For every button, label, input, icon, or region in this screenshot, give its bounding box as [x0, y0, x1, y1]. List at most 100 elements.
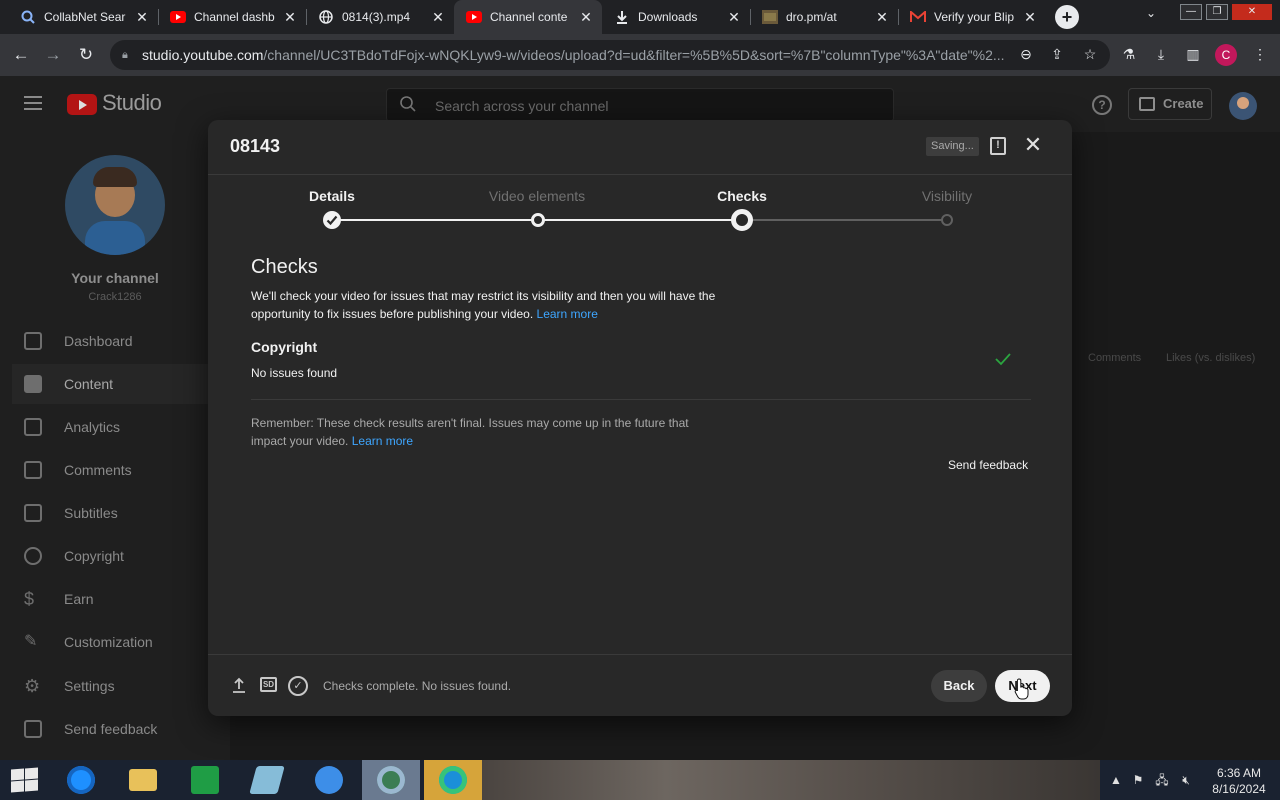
edge-icon[interactable]: [424, 760, 482, 800]
step-done-check-icon[interactable]: [323, 211, 341, 229]
search-icon: [20, 9, 36, 25]
close-tab-icon[interactable]: ✕: [726, 9, 742, 26]
store-icon[interactable]: [176, 760, 234, 800]
windows-start-icon[interactable]: [8, 767, 38, 793]
sidebar-item-dashboard[interactable]: Dashboard: [12, 321, 212, 361]
channel-handle: Crack1286: [88, 291, 142, 303]
profile-avatar[interactable]: C: [1215, 44, 1237, 66]
help-icon[interactable]: ?: [1092, 95, 1112, 115]
volume-muted-icon[interactable]: 🔇︎: [1178, 772, 1194, 788]
internet-explorer-icon[interactable]: [52, 760, 110, 800]
close-icon[interactable]: ✕: [1022, 134, 1044, 156]
gear-icon: ⚙: [24, 676, 41, 696]
labs-flask-icon[interactable]: ⚗: [1119, 44, 1139, 64]
search-placeholder: Search across your channel: [435, 98, 609, 114]
create-label: Create: [1163, 96, 1204, 111]
close-tab-icon[interactable]: ✕: [430, 9, 446, 26]
browser-tab[interactable]: Verify your Blip ✕: [898, 0, 1046, 34]
sidebar-item-send-feedback[interactable]: Send feedback: [12, 709, 212, 749]
learn-more-link[interactable]: Learn more: [352, 434, 413, 448]
studio-logo-text[interactable]: Studio: [102, 90, 162, 116]
sidebar-item-copyright[interactable]: Copyright: [12, 536, 212, 576]
browser-tab-active[interactable]: Channel conte ✕: [454, 0, 602, 34]
browser-tab[interactable]: 0814(3).mp4 ✕: [306, 0, 454, 34]
upload-arrow-icon[interactable]: [229, 676, 249, 696]
step-dot-checks-current[interactable]: [731, 209, 753, 231]
comments-icon: [24, 461, 42, 479]
browser-tab[interactable]: Downloads ✕: [602, 0, 750, 34]
step-dot-video-elements[interactable]: [531, 213, 545, 227]
browser-tab[interactable]: CollabNet Sear ✕: [8, 0, 158, 34]
sidebar-item-earn[interactable]: $ Earn: [12, 579, 212, 619]
channel-search[interactable]: Search across your channel: [386, 88, 894, 122]
tab-search-chevron-icon[interactable]: ⌄: [1146, 6, 1156, 20]
content-icon: [24, 375, 42, 393]
sidebar-item-settings[interactable]: ⚙ Settings: [12, 666, 212, 706]
sidebar-item-subtitles[interactable]: Subtitles: [12, 493, 212, 533]
minimize-button[interactable]: —: [1180, 4, 1202, 20]
network-icon[interactable]: 🖧︎: [1154, 772, 1170, 788]
sidebar-item-label: Analytics: [64, 419, 121, 435]
sidebar-item-label: Content: [64, 376, 114, 392]
step-dot-visibility[interactable]: [941, 214, 953, 226]
qbittorrent-icon[interactable]: [300, 760, 358, 800]
forward-arrow-icon[interactable]: →: [42, 44, 64, 66]
send-feedback-link[interactable]: Send feedback: [948, 458, 1028, 472]
back-arrow-icon[interactable]: ←: [10, 44, 32, 66]
side-panel-icon[interactable]: ▥: [1183, 44, 1203, 64]
windows-taskbar: ▲ ⚑ 🖧︎ 🔇︎ 6:36 AM 8/16/2024: [0, 760, 1280, 800]
app-globe-icon[interactable]: [362, 760, 420, 800]
share-icon[interactable]: ⇪: [1047, 44, 1067, 64]
tab-title: CollabNet Sear: [44, 10, 126, 24]
sidebar-item-analytics[interactable]: Analytics: [12, 407, 212, 447]
browser-tab[interactable]: dro.pm/at ✕: [750, 0, 898, 34]
downloads-icon[interactable]: ⤓: [1151, 44, 1171, 64]
tray-overflow-icon[interactable]: ▲: [1108, 772, 1124, 788]
menu-kebab-icon[interactable]: ⋮: [1250, 44, 1270, 64]
close-tab-icon[interactable]: ✕: [134, 9, 150, 26]
section-heading: Checks: [251, 256, 318, 278]
globe-icon: [318, 9, 334, 25]
clock[interactable]: 6:36 AM 8/16/2024: [1204, 765, 1274, 797]
channel-avatar[interactable]: [65, 155, 165, 255]
back-button[interactable]: Back: [931, 670, 987, 702]
sidebar-item-customization[interactable]: ✎ Customization: [12, 622, 212, 662]
copyright-icon: [24, 547, 42, 565]
sd-quality-icon[interactable]: SD: [260, 677, 277, 692]
subtitles-icon: [24, 504, 42, 522]
learn-more-link[interactable]: Learn more: [537, 307, 598, 321]
lock-icon: 🔒︎: [122, 48, 128, 61]
close-tab-icon[interactable]: ✕: [1022, 9, 1038, 26]
hamburger-menu-icon[interactable]: [24, 96, 42, 110]
file-explorer-icon[interactable]: [114, 760, 172, 800]
youtube-logo-icon[interactable]: [67, 94, 97, 115]
close-window-button[interactable]: ✕: [1232, 4, 1272, 20]
reload-icon[interactable]: ↻: [75, 44, 97, 66]
notepad-icon[interactable]: [238, 760, 296, 800]
taskbar-wallpaper-strip: [480, 760, 1100, 800]
feedback-icon: [24, 720, 42, 738]
address-bar[interactable]: 🔒︎ studio.youtube.com/channel/UC3TBdoTdF…: [110, 40, 1110, 70]
account-avatar[interactable]: [1229, 92, 1257, 120]
restore-button[interactable]: ❐: [1206, 4, 1228, 20]
step-video-elements[interactable]: Video elements: [467, 188, 607, 204]
close-tab-icon[interactable]: ✕: [578, 9, 594, 26]
remember-note: Remember: These check results aren't fin…: [251, 414, 691, 450]
new-tab-button[interactable]: +: [1055, 5, 1079, 29]
upload-dialog: 08143 Saving... ! ✕ Details Video elemen…: [208, 120, 1072, 716]
browser-tab[interactable]: Channel dashb ✕: [158, 0, 306, 34]
footer-status-text: Checks complete. No issues found.: [323, 679, 512, 693]
report-flag-icon[interactable]: !: [990, 137, 1006, 155]
step-checks[interactable]: Checks: [672, 188, 812, 204]
sidebar-item-comments[interactable]: Comments: [12, 450, 212, 490]
bookmark-star-icon[interactable]: ☆: [1080, 44, 1100, 64]
step-visibility[interactable]: Visibility: [877, 188, 1017, 204]
sidebar-item-content[interactable]: Content: [12, 364, 212, 404]
zoom-icon[interactable]: ⊖: [1016, 44, 1036, 64]
close-tab-icon[interactable]: ✕: [874, 9, 890, 26]
checks-complete-icon[interactable]: ✓: [288, 676, 308, 696]
close-tab-icon[interactable]: ✕: [282, 9, 298, 26]
create-button[interactable]: Create: [1128, 88, 1212, 120]
step-details[interactable]: Details: [262, 188, 402, 204]
flag-icon[interactable]: ⚑: [1130, 772, 1146, 788]
